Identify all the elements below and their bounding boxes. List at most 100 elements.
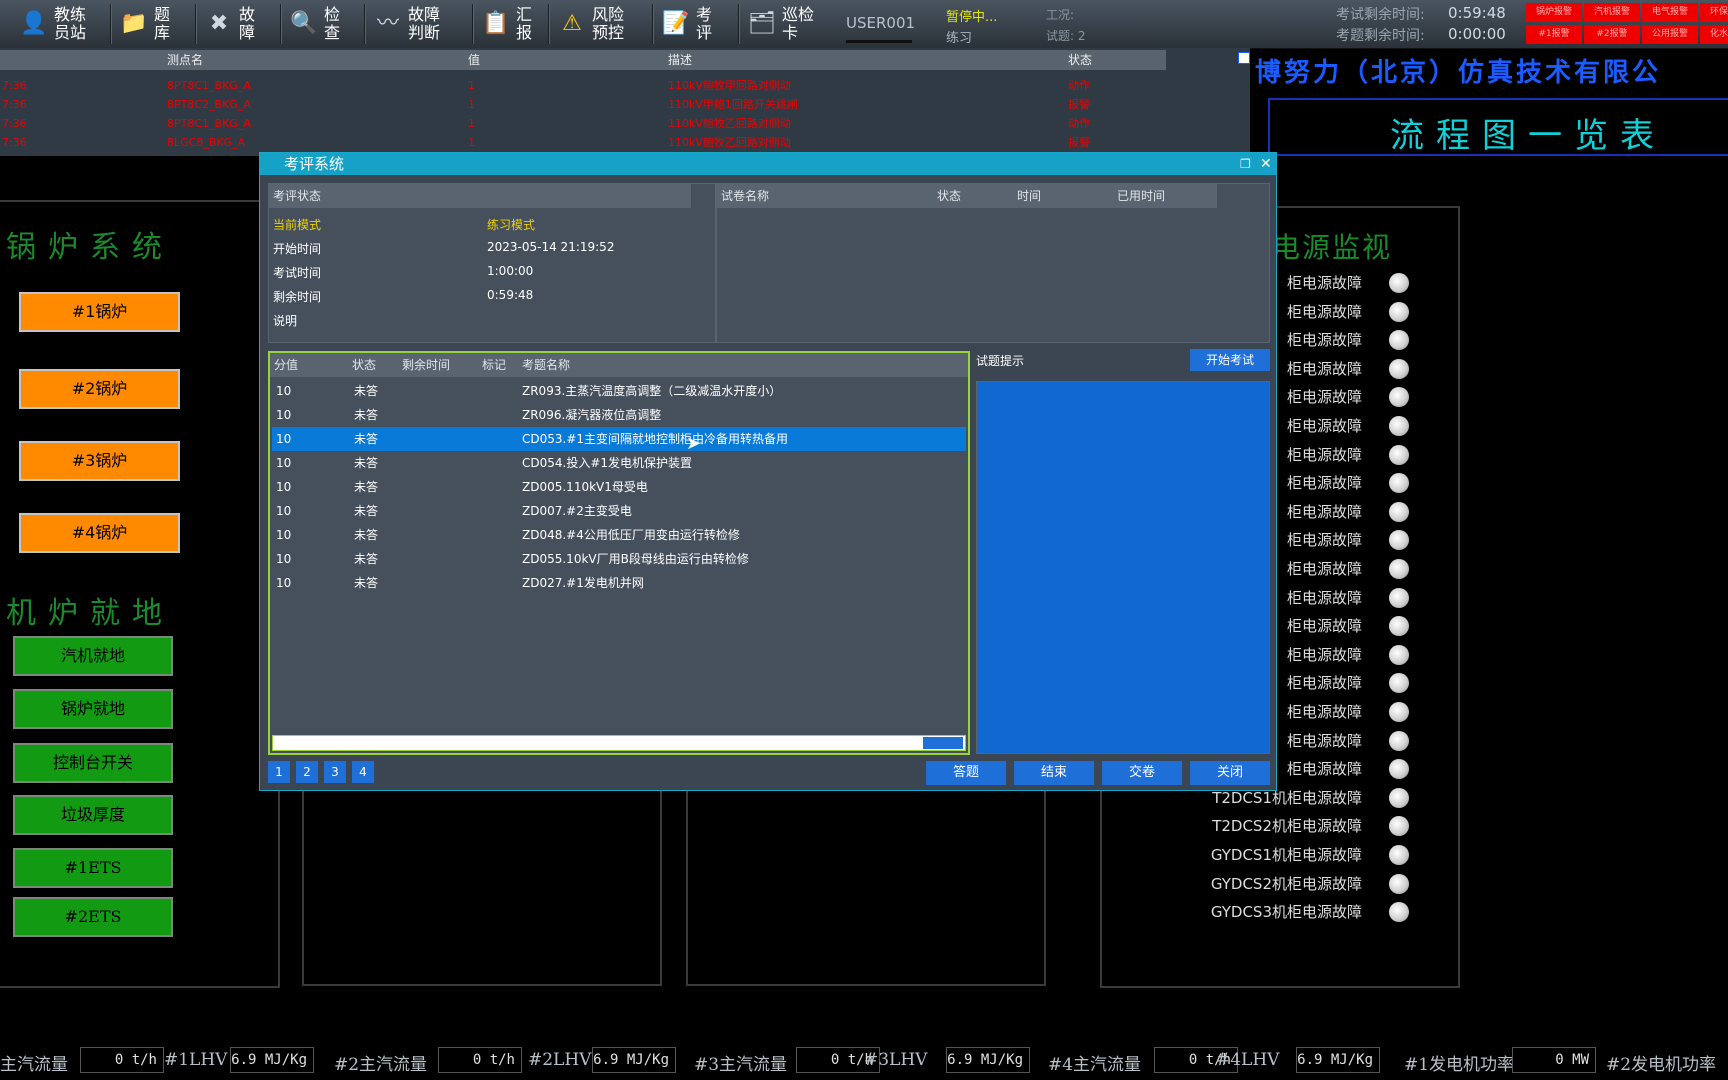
alarm-indicator[interactable]: 锅炉报警	[1526, 3, 1582, 22]
alarm-header-value: 值	[468, 53, 481, 67]
alarm-indicator[interactable]: 电气报警	[1642, 3, 1698, 22]
power-fault-label: GYDCS2机柜电源故障	[1210, 874, 1362, 893]
inspection-card-icon: 🗂	[748, 11, 776, 36]
status-led-icon	[1389, 444, 1409, 465]
alarm-value: 1	[468, 117, 475, 130]
boiler-button-1[interactable]: #1锅炉	[19, 292, 180, 332]
question-row[interactable]: 10 未答 ZD007.#2主变受电	[272, 499, 966, 523]
alarm-row[interactable]: 7:36 8LGC8_BKG_A 1 110kV鲍牧乙回路对侧动 报警	[0, 133, 1236, 152]
toolbar-button-5[interactable]: 📋 汇 报	[482, 0, 556, 48]
question-name: ZR093.主蒸汽温度高调整（二级减温水开度小）	[522, 384, 782, 398]
scrollbar-thumb[interactable]	[1238, 52, 1250, 64]
restore-icon[interactable]: ❐	[1240, 153, 1251, 175]
boiler-button-3[interactable]: #3锅炉	[19, 441, 180, 481]
action-button-2[interactable]: 交卷	[1102, 761, 1182, 785]
company-name: 博努力（北京）仿真技术有限公	[1255, 58, 1662, 88]
action-button-3[interactable]: 关闭	[1190, 761, 1270, 785]
local-button-1[interactable]: 锅炉就地	[13, 689, 173, 729]
page-button-4[interactable]: 4	[352, 761, 374, 783]
toolbar-button-label: 教练 员站	[54, 5, 87, 42]
local-button-5[interactable]: #2ETS	[13, 897, 173, 937]
toolbar-button-7[interactable]: 📝 考 评	[662, 0, 736, 48]
question-row[interactable]: 10 未答 ZR096.凝汽器液位高调整	[272, 403, 966, 427]
exam-remaining-value: 0:59:48	[1448, 4, 1506, 22]
alarm-value: 1	[468, 98, 475, 111]
exam-status-panel: 考评状态 当前模式 练习模式 开始时间 2023-05-14 21:19:52 …	[268, 183, 716, 343]
alarm-row[interactable]: 7:36 8PT8C1_BKG_A 1 110kV鲍牧乙回路对侧动 动作	[0, 114, 1236, 133]
status-led-icon	[1389, 273, 1409, 293]
toolbar-separator	[280, 4, 282, 44]
toolbar-button-label: 故障 判断	[408, 5, 441, 42]
alarm-indicator[interactable]: #1报警	[1526, 25, 1582, 44]
action-button-0[interactable]: 答题	[926, 761, 1006, 785]
bottom-label: #2主汽流量	[334, 1055, 428, 1075]
bottom-value: 0 MW	[1512, 1047, 1596, 1073]
start-exam-button[interactable]: 开始考试	[1190, 349, 1270, 371]
bottom-label: #2LHV	[528, 1050, 592, 1070]
toolbar-button-1[interactable]: 📁 题 库	[120, 0, 194, 48]
boiler-button-4[interactable]: #4锅炉	[19, 513, 180, 553]
alarm-indicator[interactable]: 化水报警	[1700, 25, 1728, 44]
alarm-list: 测点名 值 描述 状态 7:36 8PT8C1_BKG_A 1 110kV鲍牧甲回路对…	[0, 48, 1250, 156]
question-row[interactable]: 10 未答 ZD048.#4公用低压厂用变由运行转检修	[272, 523, 966, 547]
page-button-2[interactable]: 2	[296, 761, 318, 783]
question-row[interactable]: 10 未答 CD053.#1主变间隔就地控制柜由冷备用转热备用	[272, 427, 966, 451]
mouse-cursor-icon: ➤	[686, 433, 702, 454]
alarm-header-point: 测点名	[167, 53, 204, 67]
page-button-3[interactable]: 3	[324, 761, 346, 783]
question-row[interactable]: 10 未答 ZR093.主蒸汽温度高调整（二级减温水开度小）	[272, 379, 966, 403]
start-time-label: 开始时间	[273, 242, 322, 256]
question-name: ZD005.110kV1母受电	[522, 480, 648, 494]
question-status: 未答	[354, 384, 379, 398]
action-button-1[interactable]: 结束	[1014, 761, 1094, 785]
question-table-scrollbar[interactable]	[272, 735, 966, 751]
dialog-title: 考评系统	[284, 155, 345, 173]
question-row[interactable]: 10 未答 CD054.投入#1发电机保护装置	[272, 451, 966, 475]
boiler-button-2[interactable]: #2锅炉	[19, 369, 180, 409]
question-status: 未答	[354, 432, 379, 446]
paper-header-status: 状态	[937, 189, 962, 203]
status-led-icon	[1389, 358, 1409, 379]
alarm-indicator[interactable]: 环保报警	[1700, 3, 1728, 22]
status-led-icon	[1389, 730, 1409, 751]
note-label: 说明	[273, 314, 298, 328]
local-button-3[interactable]: 垃圾厚度	[13, 795, 173, 835]
local-button-0[interactable]: 汽机就地	[13, 636, 173, 676]
question-score: 10	[276, 456, 292, 470]
question-status: 未答	[354, 552, 379, 566]
question-row[interactable]: 10 未答 ZD055.10kV厂用B段母线由运行由转检修	[272, 547, 966, 571]
alarm-row[interactable]: 7:36 8PT8C1_BKG_A 1 110kV鲍牧甲回路对侧动 动作	[0, 76, 1236, 95]
question-name: ZD048.#4公用低压厂用变由运行转检修	[522, 528, 740, 542]
toolbar-button-8[interactable]: 🗂 巡检 卡	[748, 0, 822, 48]
toolbar-separator	[652, 4, 654, 44]
hint-textarea[interactable]	[976, 381, 1270, 754]
alarm-indicator[interactable]: 公用报警	[1642, 25, 1698, 44]
alarm-scrollbar[interactable]	[1236, 48, 1250, 152]
toolbar-button-0[interactable]: 👤 教练 员站	[20, 0, 94, 48]
alarm-indicator[interactable]: 汽机报警	[1584, 3, 1640, 22]
q-header-status: 状态	[352, 358, 377, 372]
status-led-icon	[1389, 587, 1409, 608]
exam-icon: 📝	[662, 11, 690, 36]
page-button-1[interactable]: 1	[268, 761, 290, 783]
dialog-titlebar[interactable]: 考评系统 ❐ ✕	[260, 153, 1276, 175]
alarm-status: 报警	[1068, 98, 1090, 111]
power-monitor-title: 电源监视	[1272, 231, 1393, 264]
clipboard-icon: 📋	[482, 11, 510, 36]
work-condition-label: 工况:	[1046, 8, 1075, 22]
toolbar-button-3[interactable]: 🔍 检 查	[290, 0, 364, 48]
close-icon[interactable]: ✕	[1260, 153, 1272, 175]
toolbar-button-2[interactable]: ✖ 故 障	[205, 0, 279, 48]
question-name: ZR096.凝汽器液位高调整	[522, 408, 662, 422]
toolbar-button-4[interactable]: 〰故障 判断	[374, 0, 448, 48]
question-row[interactable]: 10 未答 ZD027.#1发电机并网	[272, 571, 966, 595]
question-count-label: 试题: 2	[1046, 29, 1086, 43]
question-row[interactable]: 10 未答 ZD005.110kV1母受电	[272, 475, 966, 499]
alarm-row[interactable]: 7:36 8PT8C2_BKG_A 1 110kV甲鲍1回路开关跳闸 报警	[0, 95, 1236, 114]
alarm-indicator[interactable]: #2报警	[1584, 25, 1640, 44]
power-fault-label: GYDCS3机柜电源故障	[1210, 903, 1362, 922]
local-button-4[interactable]: #1ETS	[13, 848, 173, 888]
scrollbar-arrow[interactable]	[923, 737, 963, 749]
local-button-2[interactable]: 控制台开关	[13, 743, 173, 783]
toolbar-button-6[interactable]: ⚠ 风险 预控	[558, 0, 632, 48]
